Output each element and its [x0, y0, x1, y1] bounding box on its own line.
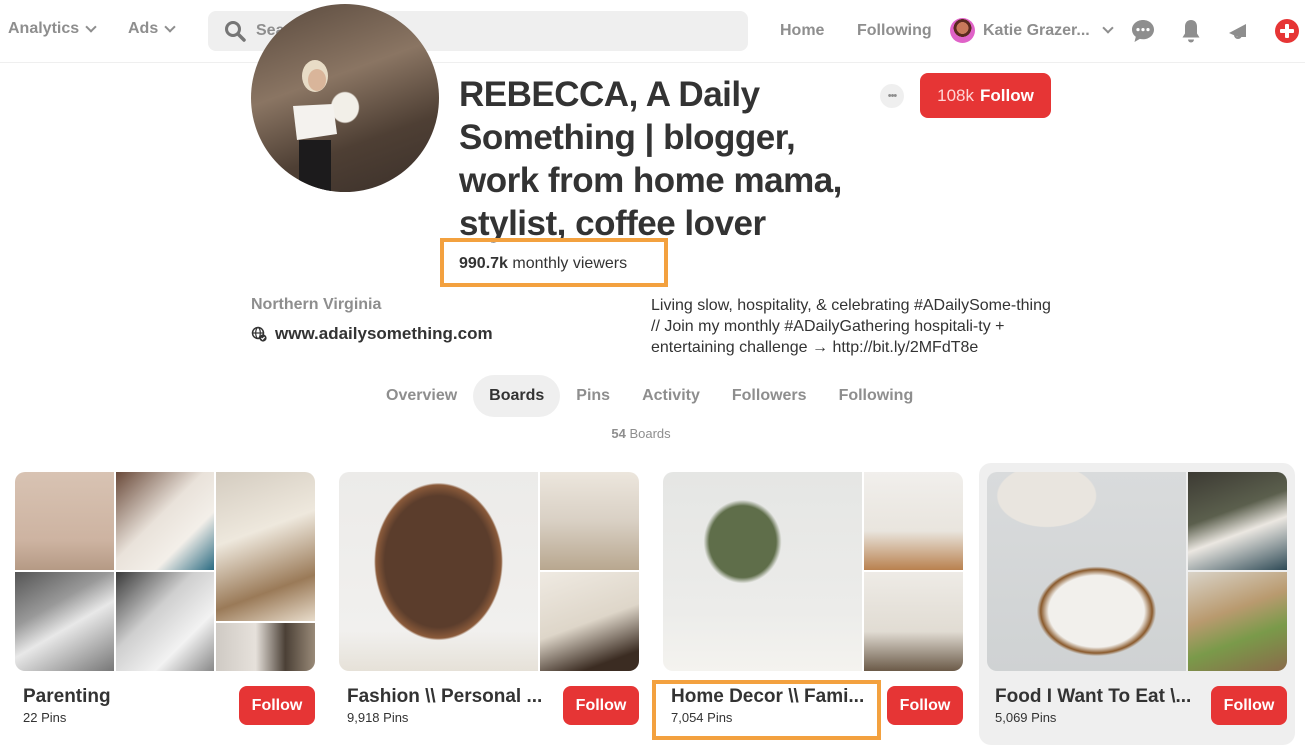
user-menu[interactable]: Katie Grazer...	[950, 18, 1114, 43]
board-thumbnail	[1188, 572, 1287, 671]
board-thumbnail	[540, 572, 639, 671]
chevron-down-icon	[1102, 22, 1114, 34]
board-follow-button[interactable]: Follow	[563, 686, 639, 725]
board-thumbnail	[15, 472, 114, 570]
highlight-annotation-viewers	[440, 238, 668, 287]
profile-location: Northern Virginia	[251, 296, 382, 313]
profile-bio: Living slow, hospitality, & celebrating …	[651, 297, 1051, 356]
board-pin-count: 9,918 Pins	[347, 710, 409, 725]
tab-activity[interactable]: Activity	[626, 375, 716, 417]
chevron-down-icon	[164, 20, 176, 33]
board-thumbnail	[216, 623, 315, 671]
user-name: Katie Grazer...	[983, 21, 1090, 39]
profile-website-link[interactable]: www.adailysomething.com	[251, 324, 493, 344]
home-link[interactable]: Home	[780, 22, 824, 40]
analytics-dropdown[interactable]: Analytics	[8, 20, 97, 38]
ellipsis-icon: •••	[887, 90, 898, 102]
board-thumbnail	[216, 472, 315, 621]
verified-globe-icon	[251, 326, 267, 342]
tab-following[interactable]: Following	[823, 375, 930, 417]
analytics-label: Analytics	[8, 20, 80, 37]
board-count-label: Boards	[629, 426, 671, 441]
tab-pins[interactable]: Pins	[560, 375, 626, 417]
board-cover-collage[interactable]	[339, 472, 639, 671]
top-navigation-bar: Analytics Ads Home Following Katie Graze…	[0, 0, 1305, 63]
board-thumbnail	[339, 472, 538, 671]
board-follow-button[interactable]: Follow	[239, 686, 315, 725]
profile-name: REBECCA, A Daily Something | blogger, wo…	[459, 75, 842, 243]
ads-label: Ads	[128, 20, 159, 37]
board-thumbnail	[15, 572, 114, 671]
highlight-annotation-board	[652, 680, 881, 740]
board-pin-count: 22 Pins	[23, 710, 67, 725]
board-name[interactable]: Fashion \\ Personal ...	[347, 686, 552, 708]
board-thumbnail	[987, 472, 1186, 671]
follow-profile-button[interactable]: 108k Follow	[920, 73, 1051, 118]
board-follow-button[interactable]: Follow	[887, 686, 963, 725]
tab-overview[interactable]: Overview	[370, 375, 473, 417]
bell-icon[interactable]	[1178, 18, 1204, 44]
website-url: www.adailysomething.com	[275, 324, 493, 343]
board-thumbnail	[864, 472, 963, 570]
board-cover-collage[interactable]	[663, 472, 963, 671]
profile-figure-image	[293, 60, 337, 192]
board-thumbnail	[116, 572, 214, 671]
megaphone-icon[interactable]	[1226, 18, 1252, 44]
user-avatar	[950, 18, 975, 43]
follow-label: Follow	[980, 85, 1034, 105]
follower-count: 108k	[937, 85, 975, 105]
profile-tabs: Overview Boards Pins Activity Followers …	[370, 375, 929, 417]
board-count-value: 54	[611, 426, 626, 441]
more-options-button[interactable]: •••	[880, 84, 904, 108]
board-thumbnail	[1188, 472, 1287, 570]
board-thumbnail	[116, 472, 214, 570]
board-thumbnail	[540, 472, 639, 570]
search-icon	[225, 21, 246, 42]
board-count: 54 Boards	[0, 426, 1282, 441]
board-cover-collage[interactable]	[987, 472, 1287, 671]
board-follow-button[interactable]: Follow	[1211, 686, 1287, 725]
following-link[interactable]: Following	[857, 22, 932, 40]
board-pin-count: 5,069 Pins	[995, 710, 1057, 725]
chevron-down-icon	[85, 20, 97, 33]
chat-icon[interactable]	[1130, 18, 1156, 44]
tab-boards[interactable]: Boards	[473, 375, 561, 417]
board-thumbnail	[864, 572, 963, 671]
board-name[interactable]: Parenting	[23, 686, 228, 708]
ads-dropdown[interactable]: Ads	[128, 20, 176, 38]
profile-photo	[251, 4, 439, 192]
board-cover-collage[interactable]	[15, 472, 315, 671]
tab-followers[interactable]: Followers	[716, 375, 823, 417]
board-thumbnail	[663, 472, 862, 671]
board-name[interactable]: Food I Want To Eat \...	[995, 686, 1200, 708]
add-icon[interactable]	[1274, 18, 1300, 44]
